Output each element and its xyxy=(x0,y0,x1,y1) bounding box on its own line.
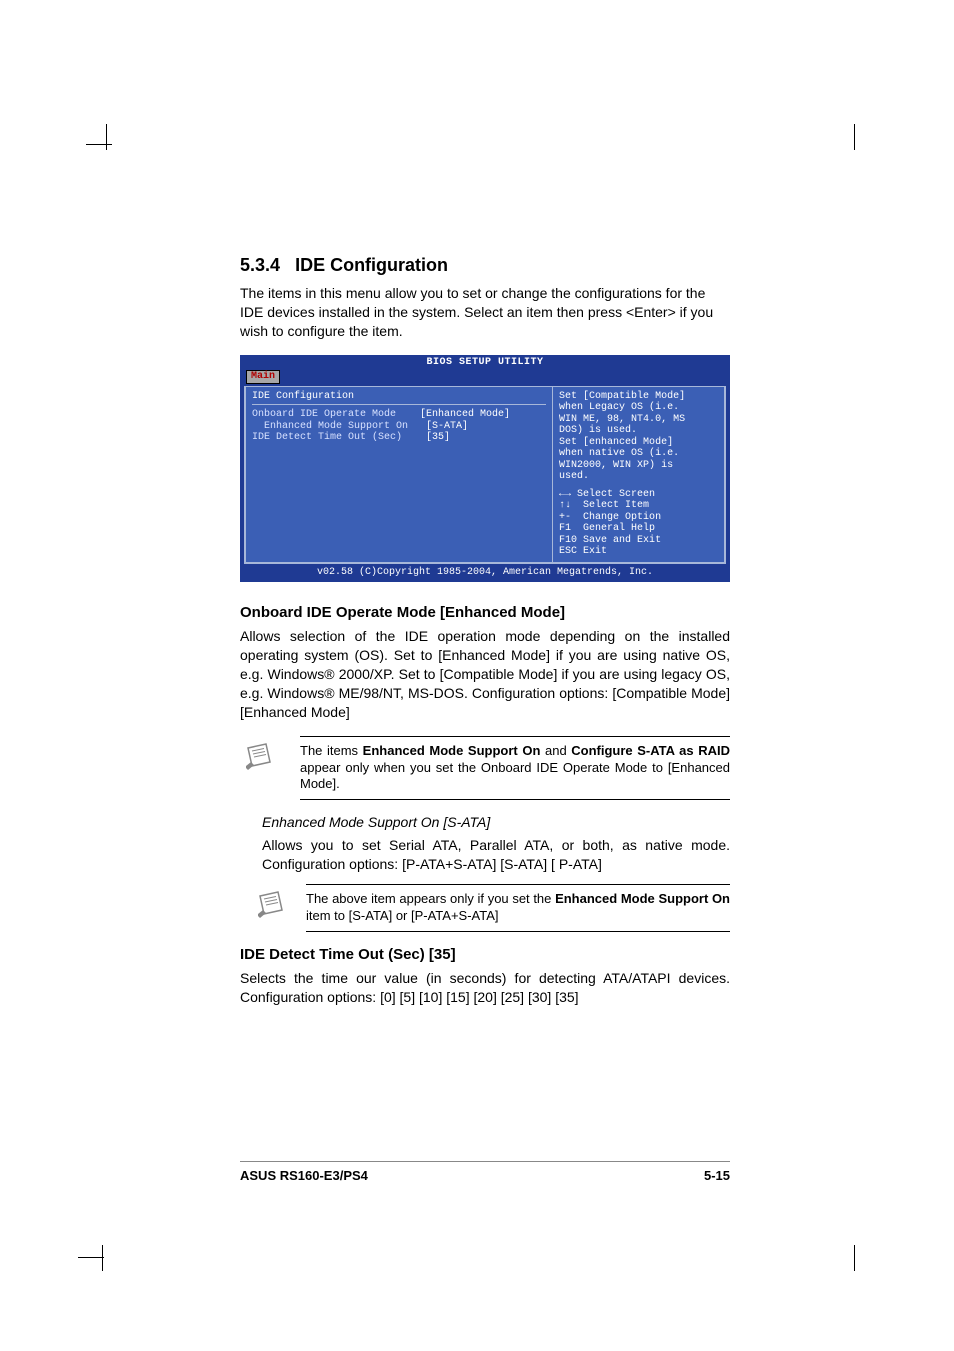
section-number: 5.3.4 xyxy=(240,255,280,275)
note-block-2: The above item appears only if you set t… xyxy=(306,884,730,932)
section-title: IDE Configuration xyxy=(295,255,448,275)
bios-screenshot: BIOS SETUP UTILITY Main IDE Configuratio… xyxy=(240,355,730,583)
bios-row-2: Enhanced Mode Support On [S-ATA] xyxy=(252,421,546,433)
enhanced-sub-section: Enhanced Mode Support On [S-ATA] Allows … xyxy=(262,814,730,932)
bios-nav-keys: ←→ Select Screen ↑↓ Select Item +- Chang… xyxy=(559,489,718,558)
section-intro: The items in this menu allow you to set … xyxy=(240,284,730,341)
note-icon xyxy=(244,742,274,775)
bios-row-1: Onboard IDE Operate Mode [Enhanced Mode] xyxy=(252,409,546,421)
bios-left-panel: IDE Configuration Onboard IDE Operate Mo… xyxy=(246,387,553,562)
note-icon xyxy=(256,890,286,923)
page: 5.3.4 IDE Configuration The items in thi… xyxy=(0,0,954,1351)
enhanced-sub-para: Allows you to set Serial ATA, Parallel A… xyxy=(262,836,730,874)
content-area: 5.3.4 IDE Configuration The items in thi… xyxy=(240,255,730,1021)
footer-left: ASUS RS160-E3/PS4 xyxy=(240,1168,368,1183)
note-block-1: The items Enhanced Mode Support On and C… xyxy=(300,736,730,801)
enhanced-sub-title: Enhanced Mode Support On [S-ATA] xyxy=(262,814,730,830)
onboard-heading: Onboard IDE Operate Mode [Enhanced Mode] xyxy=(240,604,730,621)
bios-title: BIOS SETUP UTILITY xyxy=(240,355,730,371)
bios-row-3: IDE Detect Time Out (Sec) [35] xyxy=(252,432,546,444)
page-footer: ASUS RS160-E3/PS4 5-15 xyxy=(240,1161,730,1183)
bios-tab-main: Main xyxy=(246,370,280,384)
bios-tab-row: Main xyxy=(240,370,730,386)
onboard-paragraph: Allows selection of the IDE operation mo… xyxy=(240,627,730,721)
detect-heading: IDE Detect Time Out (Sec) [35] xyxy=(240,946,730,963)
bios-footer: v02.58 (C)Copyright 1985-2004, American … xyxy=(240,564,730,583)
detect-paragraph: Selects the time our value (in seconds) … xyxy=(240,969,730,1007)
footer-right: 5-15 xyxy=(704,1168,730,1183)
note-2-text: The above item appears only if you set t… xyxy=(306,889,730,927)
note-1-text: The items Enhanced Mode Support On and C… xyxy=(300,741,730,796)
bios-right-panel: Set [Compatible Mode] when Legacy OS (i.… xyxy=(553,387,724,562)
section-heading: 5.3.4 IDE Configuration xyxy=(240,255,730,276)
bios-help-text: Set [Compatible Mode] when Legacy OS (i.… xyxy=(559,391,718,483)
bios-panel-title: IDE Configuration xyxy=(252,391,546,403)
